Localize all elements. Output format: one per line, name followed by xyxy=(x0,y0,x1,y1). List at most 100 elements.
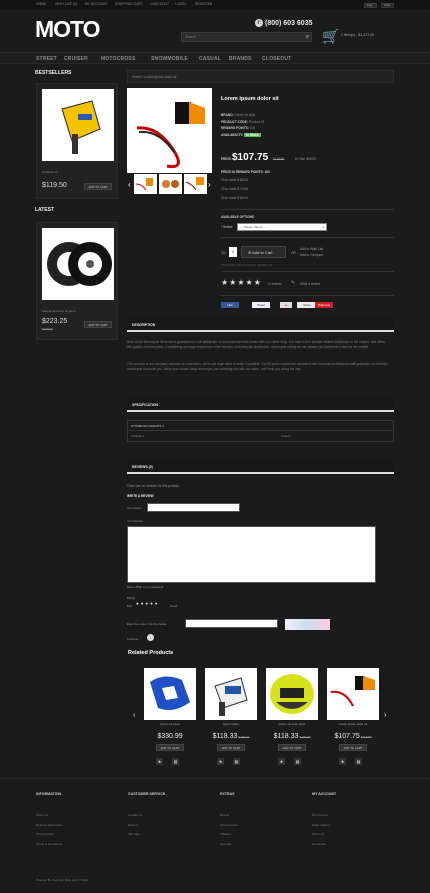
wishlist-link[interactable]: Add to Wish List xyxy=(300,247,323,251)
related-prev-icon[interactable]: ‹ xyxy=(133,712,135,719)
related-next-icon[interactable]: › xyxy=(384,712,386,719)
compare-link[interactable]: Add to Compare xyxy=(300,253,323,257)
footer-link[interactable]: Newsletter xyxy=(312,842,326,846)
footer-link[interactable]: Gift Vouchers xyxy=(220,823,238,827)
star-icon[interactable]: ★ xyxy=(156,758,163,765)
top-link-cart[interactable]: SHOPPING CART xyxy=(115,2,143,6)
search-icon[interactable]: ⌕ xyxy=(306,34,309,41)
reward-points-price: PRICE IN REWARD POINTS: 400 xyxy=(221,170,270,174)
spec-value: 0 items xyxy=(281,434,291,438)
logo[interactable]: MOTO xyxy=(35,16,101,43)
compare-icon[interactable]: ▤ xyxy=(294,758,301,765)
related-name-1[interactable]: Ipsum sit amet xyxy=(142,722,198,726)
footer-link[interactable]: Wish List xyxy=(312,832,324,836)
related-add-2[interactable]: ADD TO CART xyxy=(217,744,245,751)
tweet-button[interactable]: Tweet xyxy=(252,302,270,308)
related-name-4[interactable]: Lorem ipsum dolor sit xyxy=(325,722,381,726)
star-icon[interactable]: ★ xyxy=(278,758,285,765)
star-icon[interactable]: ★ xyxy=(217,758,224,765)
name-label: Your Name: xyxy=(127,506,142,510)
cart-icon[interactable]: 🛒 xyxy=(322,28,339,45)
reviews-count[interactable]: 0 reviews xyxy=(268,282,281,286)
latest-add-button[interactable]: ADD TO CART xyxy=(84,321,112,328)
product-main-image[interactable] xyxy=(127,88,212,173)
nav-brands[interactable]: BRANDS xyxy=(229,56,252,62)
continue-label[interactable]: Continue xyxy=(127,637,138,641)
footer-link[interactable]: Returns xyxy=(128,823,139,827)
footer-link[interactable]: Contact Us xyxy=(128,813,143,817)
footer-link[interactable]: Site Map xyxy=(128,832,140,836)
pinterest-button[interactable]: Pinterest xyxy=(315,302,333,308)
nav-street[interactable]: STREET xyxy=(36,56,57,62)
nav-cruiser[interactable]: CRUISER xyxy=(64,56,88,62)
compare-icon[interactable]: ▤ xyxy=(355,758,362,765)
nav-motocross[interactable]: MOTOCROSS xyxy=(101,56,136,62)
cart-summary[interactable]: 1 item(s) - $1,177.00 xyxy=(341,33,374,37)
footer-link[interactable]: Affiliates xyxy=(220,832,231,836)
tab-description[interactable]: DESCRIPTION xyxy=(127,318,394,332)
product-thumb-1[interactable] xyxy=(134,174,157,194)
related-add-1[interactable]: ADD TO CART xyxy=(156,744,184,751)
top-link-wishlist[interactable]: WISH LIST (0) xyxy=(55,2,77,6)
nav-casual[interactable]: CASUAL xyxy=(199,56,221,62)
thumb-prev-icon[interactable]: ‹ xyxy=(128,180,131,189)
bestseller-add-button[interactable]: ADD TO CART xyxy=(84,183,112,190)
related-name-3[interactable]: Ipsum sit amet dolor xyxy=(264,722,320,726)
related-add-4[interactable]: ADD TO CART xyxy=(339,744,367,751)
review-name-input[interactable] xyxy=(147,503,240,512)
latest-name[interactable]: Magna sed dolor sit amet xyxy=(42,309,76,313)
top-link-checkout[interactable]: CHECKOUT xyxy=(150,2,169,6)
footer-link[interactable]: Brands xyxy=(220,813,230,817)
option-select[interactable]: --- Please Select --- ▾ xyxy=(237,223,327,231)
brand-value[interactable]: Dolore Ut aliqt xyxy=(234,113,254,117)
related-add-3[interactable]: ADD TO CART xyxy=(278,744,306,751)
footer-link[interactable]: Order History xyxy=(312,823,330,827)
arrow-right-icon[interactable]: › xyxy=(147,634,154,641)
footer-link[interactable]: Terms & Conditions xyxy=(36,842,62,846)
bestseller-image[interactable] xyxy=(42,89,114,161)
top-link-account[interactable]: MY ACCOUNT xyxy=(85,2,108,6)
footer-link[interactable]: Specials xyxy=(220,842,231,846)
footer-link[interactable]: Delivery Information xyxy=(36,823,63,827)
related-image-1[interactable] xyxy=(144,668,196,720)
footer-service-title: CUSTOMER SERVICE xyxy=(128,792,166,796)
compare-icon[interactable]: ▤ xyxy=(172,758,179,765)
bestseller-name[interactable]: Ut labore et xyxy=(42,170,58,174)
star-icon[interactable]: ★ xyxy=(339,758,346,765)
product-thumb-2[interactable] xyxy=(159,174,182,194)
tab-specification[interactable]: SPECIFICATION xyxy=(127,398,394,412)
footer-link[interactable]: About Us xyxy=(36,813,48,817)
thumb-next-icon[interactable]: › xyxy=(208,180,211,189)
rating-radios[interactable]: ●●●●● xyxy=(136,601,160,606)
footer-link[interactable]: Privacy Policy xyxy=(36,832,55,836)
add-to-cart-button[interactable]: ⊕ Add to Cart xyxy=(241,246,286,258)
review-textarea[interactable] xyxy=(127,526,376,583)
top-link-home[interactable]: HOME xyxy=(36,2,46,6)
compare-icon[interactable]: ▤ xyxy=(233,758,240,765)
related-image-3[interactable] xyxy=(266,668,318,720)
write-review-link[interactable]: Write a review xyxy=(300,282,320,286)
footer-info-title: INFORMATION xyxy=(36,792,62,796)
search-input[interactable] xyxy=(182,33,292,41)
breadcrumb[interactable]: Home › Lorem ipsum dolor sit xyxy=(127,70,394,83)
related-image-4[interactable] xyxy=(327,668,379,720)
top-link-login[interactable]: LOGIN xyxy=(175,2,186,6)
top-link-register[interactable]: REGISTER xyxy=(195,2,212,6)
language-select[interactable]: Eng xyxy=(364,3,377,8)
currency-select[interactable]: USD xyxy=(381,3,394,8)
nav-closeout[interactable]: CLOSEOUT xyxy=(262,56,291,62)
qty-input[interactable]: 1 xyxy=(229,247,237,257)
facebook-like-button[interactable]: Like xyxy=(221,302,239,308)
captcha-input[interactable] xyxy=(185,619,278,628)
share-button[interactable]: Share xyxy=(297,302,317,308)
related-name-2[interactable]: Ipsum dolor xyxy=(203,722,259,726)
rating-good: Good xyxy=(170,604,177,608)
product-thumb-3[interactable] xyxy=(184,174,207,194)
nav-snowmobile[interactable]: SNOWMOBILE xyxy=(151,56,188,62)
tab-reviews[interactable]: REVIEWS (0) xyxy=(127,460,394,474)
footer-link[interactable]: My Account xyxy=(312,813,328,817)
code-label: PRODUCT CODE: xyxy=(221,120,248,124)
latest-image[interactable] xyxy=(42,228,114,300)
gplus-button[interactable]: +1 xyxy=(280,302,292,308)
related-image-2[interactable] xyxy=(205,668,257,720)
